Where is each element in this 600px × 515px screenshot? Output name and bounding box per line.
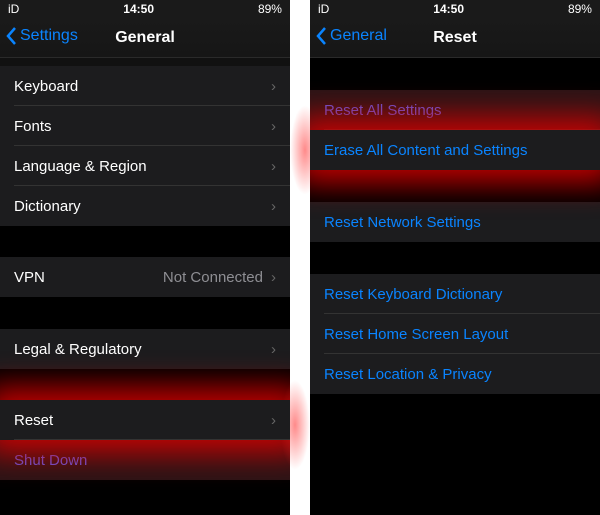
item-label: Erase All Content and Settings: [324, 141, 528, 159]
item-label: Reset Network Settings: [324, 213, 481, 231]
time: 14:50: [433, 2, 464, 16]
shut-down-item[interactable]: Shut Down: [0, 440, 290, 480]
chevron-right-icon: ›: [271, 268, 276, 286]
reset-location-privacy-item[interactable]: Reset Location & Privacy: [310, 354, 600, 394]
reset-keyboard-dictionary-item[interactable]: Reset Keyboard Dictionary: [310, 274, 600, 314]
chevron-right-icon: ›: [271, 197, 276, 215]
item-label: Reset Home Screen Layout: [324, 325, 509, 343]
dictionary-item[interactable]: Dictionary ›: [0, 186, 290, 226]
chevron-right-icon: ›: [271, 157, 276, 175]
reset-all-settings-item[interactable]: Reset All Settings: [310, 90, 600, 130]
chevron-right-icon: ›: [271, 117, 276, 135]
item-label: VPN: [14, 268, 45, 286]
battery: 89%: [567, 2, 592, 16]
reset-home-screen-layout-item[interactable]: Reset Home Screen Layout: [310, 314, 600, 354]
back-label: Settings: [20, 27, 78, 44]
general-settings-screen: iD 14:50 89% Settings General Keyboard › …: [0, 0, 290, 515]
nav-bar: Settings General: [0, 18, 290, 58]
chevron-left-icon: [316, 27, 326, 45]
group-1: Keyboard › Fonts › Language & Region › Dict…: [0, 66, 290, 226]
chevron-right-icon: ›: [271, 77, 276, 95]
reset-item[interactable]: Reset ›: [0, 400, 290, 440]
language-region-item[interactable]: Language & Region ›: [0, 146, 290, 186]
battery: 89%: [257, 2, 282, 16]
item-label: Language & Region: [14, 157, 147, 175]
item-label: Dictionary: [14, 197, 81, 215]
reset-network-settings-item[interactable]: Reset Network Settings: [310, 202, 600, 242]
fonts-item[interactable]: Fonts ›: [0, 106, 290, 146]
carrier: iD: [8, 2, 20, 16]
status-bar: iD 14:50 89%: [0, 0, 290, 18]
erase-all-content-item[interactable]: Erase All Content and Settings: [310, 130, 600, 170]
nav-bar: General Reset: [310, 18, 600, 58]
chevron-right-icon: ›: [271, 340, 276, 358]
back-button[interactable]: General: [316, 27, 387, 45]
vpn-status: Not Connected: [162, 268, 263, 286]
back-label: General: [330, 27, 387, 44]
reset-screen: iD 14:50 89% General Reset Reset All Set…: [310, 0, 600, 515]
time: 14:50: [123, 2, 154, 16]
back-button[interactable]: Settings: [6, 27, 78, 45]
item-label: Keyboard: [14, 77, 79, 95]
carrier: iD: [318, 2, 330, 16]
chevron-right-icon: ›: [271, 411, 276, 429]
item-label: Fonts: [14, 117, 52, 135]
status-bar: iD 14:50 89%: [310, 0, 600, 18]
item-label: Legal & Regulatory: [14, 340, 142, 358]
legal-regulatory-item[interactable]: Legal & Regulatory ›: [0, 329, 290, 369]
keyboard-item[interactable]: Keyboard ›: [0, 66, 290, 106]
item-label: Reset Location & Privacy: [324, 365, 492, 383]
item-label: Reset Keyboard Dictionary: [324, 285, 503, 303]
item-label: Reset: [14, 411, 54, 429]
chevron-left-icon: [6, 27, 16, 45]
vpn-item[interactable]: VPN Not Connected ›: [0, 257, 290, 297]
item-label: Reset All Settings: [324, 101, 442, 119]
item-label: Shut Down: [14, 451, 88, 469]
